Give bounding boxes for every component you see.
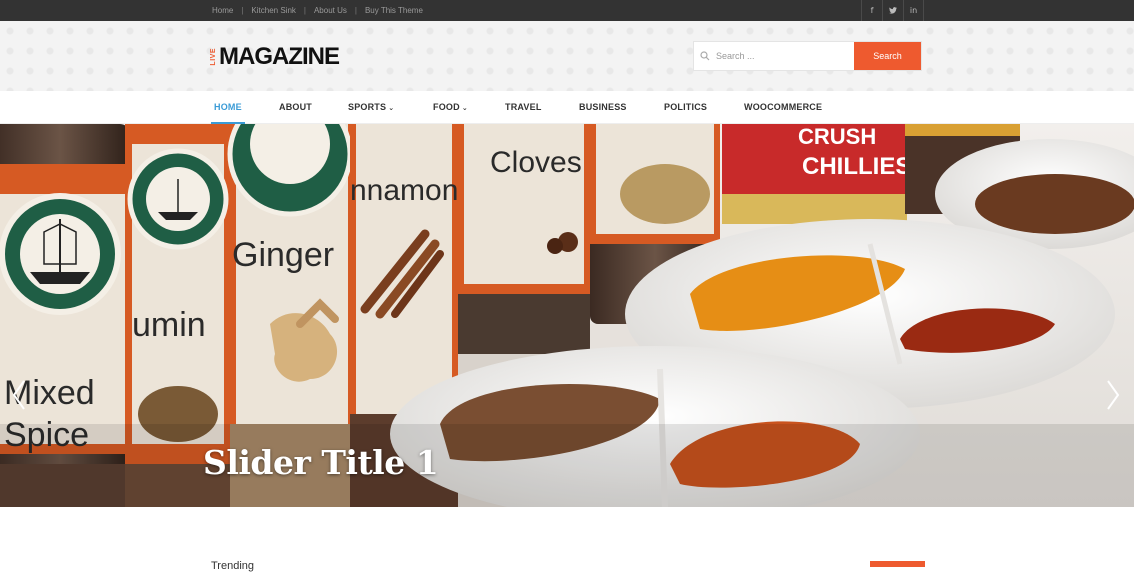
hero-slider[interactable]: Mixed Spice umin Ginger [0, 124, 1134, 507]
top-links: Home | Kitchen Sink | About Us | Buy Thi… [212, 0, 423, 21]
accent-block [870, 561, 925, 567]
separator: | [354, 6, 357, 15]
nav-item-home[interactable]: HOME [211, 91, 245, 124]
top-link-kitchen-sink[interactable]: Kitchen Sink [251, 6, 295, 15]
nav-item-business[interactable]: BUSINESS [579, 91, 627, 124]
search-input[interactable] [716, 42, 854, 70]
nav-item-label: TRAVEL [505, 102, 542, 112]
nav-item-about[interactable]: ABOUT [279, 91, 312, 124]
nav-item-label: POLITICS [664, 102, 708, 112]
nav-item-politics[interactable]: POLITICS [664, 91, 707, 124]
top-bar: Home | Kitchen Sink | About Us | Buy Thi… [0, 0, 1134, 21]
svg-text:CHILLIES: CHILLIES [802, 153, 911, 180]
logo-magazine-text: MAGAZINE [219, 43, 340, 70]
facebook-icon[interactable]: f [861, 0, 882, 21]
slider-prev-arrow[interactable] [12, 379, 28, 415]
nav-item-food[interactable]: FOOD ⌄ [433, 91, 468, 124]
top-link-buy-theme[interactable]: Buy This Theme [365, 6, 423, 15]
nav-item-label: ABOUT [279, 102, 312, 112]
site-logo[interactable]: LIVE MAGAZINE [210, 42, 340, 72]
nav-item-woocommerce[interactable]: WOOCOMMERCE [744, 91, 822, 124]
nav-item-label: FOOD [433, 102, 460, 112]
slider-title[interactable]: Slider Title 1 [203, 443, 439, 482]
search-icon [694, 42, 716, 70]
nav-item-label: SPORTS [348, 102, 387, 112]
logo-live-text: LIVE [210, 48, 217, 66]
nav-item-label: HOME [214, 102, 242, 112]
trending-heading: Trending [211, 560, 255, 572]
separator: | [303, 6, 306, 15]
nav-item-label: BUSINESS [579, 102, 627, 112]
svg-text:Cloves: Cloves [490, 146, 582, 179]
twitter-icon[interactable] [882, 0, 903, 21]
search-form: Search [693, 41, 922, 71]
slide-image: Mixed Spice umin Ginger [0, 124, 1134, 507]
nav-item-travel[interactable]: TRAVEL [505, 91, 542, 124]
svg-text:Ginger: Ginger [232, 236, 334, 274]
svg-text:umin: umin [132, 306, 206, 344]
top-link-about-us[interactable]: About Us [314, 6, 347, 15]
separator: | [241, 6, 244, 15]
nav-item-sports[interactable]: SPORTS ⌄ [348, 91, 394, 124]
top-link-home[interactable]: Home [212, 6, 233, 15]
linkedin-icon[interactable]: in [903, 0, 924, 21]
chevron-down-icon: ⌄ [461, 104, 468, 112]
search-button[interactable]: Search [854, 42, 921, 70]
slider-next-arrow[interactable] [1106, 379, 1122, 415]
main-nav: HOME ABOUT SPORTS ⌄ FOOD ⌄ TRAVEL BUSINESS… [0, 91, 1134, 124]
site-header: LIVE MAGAZINE Search [0, 21, 1134, 91]
svg-text:nnamon: nnamon [350, 174, 458, 207]
chevron-down-icon: ⌄ [388, 104, 395, 112]
nav-item-label: WOOCOMMERCE [744, 102, 823, 112]
social-links: f in [861, 0, 924, 21]
svg-text:CRUSH: CRUSH [798, 124, 876, 149]
